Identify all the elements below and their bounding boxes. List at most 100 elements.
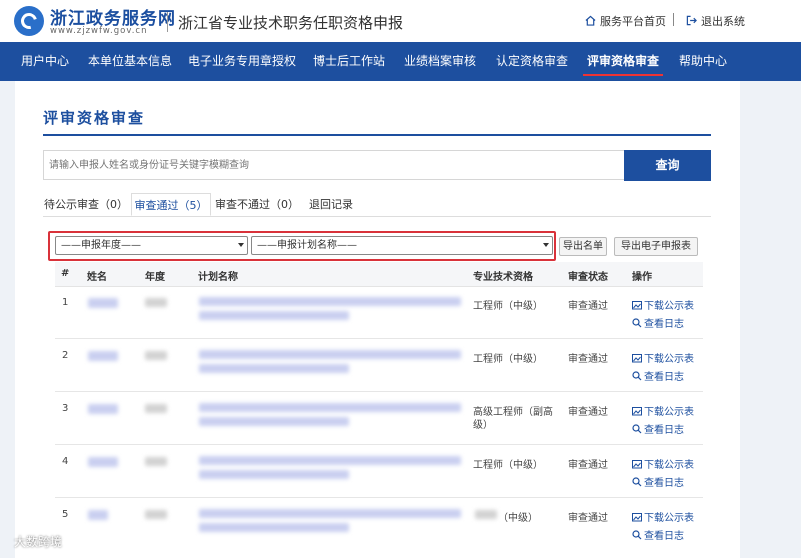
chevron-down-icon [543, 243, 549, 247]
plan-select-value: ——申报计划名称—— [257, 240, 357, 251]
service-home-label: 服务平台首页 [600, 15, 666, 28]
chevron-down-icon [238, 243, 244, 247]
status-text: 审查通过 [568, 301, 608, 312]
download-image-icon [632, 460, 642, 469]
search-icon [632, 477, 642, 487]
download-notice-label: 下载公示表 [644, 513, 694, 524]
tab-pending[interactable]: 待公示审查（0） [43, 193, 129, 216]
download-image-icon [632, 407, 642, 416]
col-status: 审查状态 [568, 272, 608, 283]
nav-postdoc-station[interactable]: 博士后工作站 [309, 42, 389, 81]
view-log-label: 查看日志 [644, 319, 684, 330]
search-icon [632, 318, 642, 328]
redacted-plan [199, 417, 349, 426]
qualification-text: （中级） [498, 513, 538, 524]
logout-icon [686, 15, 697, 26]
download-notice-label: 下载公示表 [644, 301, 694, 312]
col-plan: 计划名称 [198, 272, 238, 283]
service-home-link[interactable]: 服务平台首页 [585, 13, 666, 29]
tab-rejected[interactable]: 审查不通过（0） [215, 193, 299, 216]
view-log-link[interactable]: 查看日志 [632, 474, 684, 489]
redacted-name [88, 298, 118, 308]
download-notice-link[interactable]: 下载公示表 [632, 350, 694, 365]
header-divider [167, 12, 168, 32]
redacted-year [145, 351, 167, 360]
redacted-year [145, 510, 167, 519]
view-log-label: 查看日志 [644, 531, 684, 542]
qualification-text: 工程师（中级） [473, 301, 543, 312]
year-select-value: ——申报年度—— [61, 240, 141, 251]
view-log-link[interactable]: 查看日志 [632, 421, 684, 436]
row-index: 2 [62, 350, 69, 361]
nav-help-center[interactable]: 帮助中心 [673, 42, 733, 81]
redacted-plan [199, 403, 461, 412]
redacted-plan [199, 456, 461, 465]
nav-unit-info[interactable]: 本单位基本信息 [84, 42, 176, 81]
redacted-year [145, 404, 167, 413]
view-log-label: 查看日志 [644, 425, 684, 436]
redacted-plan [199, 297, 461, 306]
title-underline [43, 134, 711, 136]
export-form-button[interactable]: 导出电子申报表 [614, 237, 698, 256]
row-divider [55, 338, 703, 339]
nav-user-center[interactable]: 用户中心 [14, 42, 76, 81]
redacted-year [145, 457, 167, 466]
redacted-name [88, 351, 118, 361]
status-text: 审查通过 [568, 460, 608, 471]
logout-link[interactable]: 退出系统 [686, 13, 745, 29]
download-notice-link[interactable]: 下载公示表 [632, 403, 694, 418]
download-notice-label: 下载公示表 [644, 407, 694, 418]
search-icon [632, 424, 642, 434]
export-list-button[interactable]: 导出名单 [559, 237, 607, 256]
download-notice-link[interactable]: 下载公示表 [632, 297, 694, 312]
view-log-link[interactable]: 查看日志 [632, 315, 684, 330]
redacted-plan [199, 364, 349, 373]
nav-seal-authorization[interactable]: 电子业务专用章授权 [186, 42, 298, 81]
search-icon [632, 371, 642, 381]
logout-label: 退出系统 [701, 15, 745, 28]
row-index: 5 [62, 509, 69, 520]
nav-qualification-recognition[interactable]: 认定资格审查 [492, 42, 572, 81]
view-log-link[interactable]: 查看日志 [632, 368, 684, 383]
year-select[interactable]: ——申报年度—— [55, 236, 248, 255]
tab-returned[interactable]: 退回记录 [303, 193, 359, 216]
download-image-icon [632, 513, 642, 522]
search-icon [632, 530, 642, 540]
top-header: 浙江政务服务网 www.zjzwfw.gov.cn 浙江省专业技术职务任职资格申… [0, 0, 801, 42]
redacted-year [145, 298, 167, 307]
download-notice-link[interactable]: 下载公示表 [632, 509, 694, 524]
status-text: 审查通过 [568, 407, 608, 418]
col-qualification: 专业技术资格 [473, 272, 533, 283]
row-index: 4 [62, 456, 69, 467]
nav-performance-review[interactable]: 业绩档案审核 [400, 42, 480, 81]
redacted-name [88, 457, 118, 467]
search-button[interactable]: 查询 [624, 150, 711, 181]
search-input[interactable] [43, 150, 624, 180]
status-tabs: 待公示审查（0） 审查通过（5） 审查不通过（0） 退回记录 [43, 193, 711, 217]
view-log-label: 查看日志 [644, 372, 684, 383]
nav-evaluation-review[interactable]: 评审资格审查 [583, 42, 663, 81]
tab-approved[interactable]: 审查通过（5） [131, 193, 211, 216]
watermark-text: 大数跨境 [14, 535, 63, 549]
status-text: 审查通过 [568, 513, 608, 524]
col-name: 姓名 [87, 272, 107, 283]
download-notice-link[interactable]: 下载公示表 [632, 456, 694, 471]
system-title: 浙江省专业技术职务任职资格申报 [178, 14, 404, 32]
view-log-link[interactable]: 查看日志 [632, 527, 684, 542]
redacted-name [88, 510, 108, 520]
home-icon [585, 15, 596, 26]
redacted-plan [199, 470, 349, 479]
redacted-plan [199, 523, 349, 532]
col-actions: 操作 [632, 272, 652, 283]
col-index: # [61, 268, 70, 279]
col-year: 年度 [145, 272, 165, 283]
row-index: 1 [62, 297, 69, 308]
plan-select[interactable]: ——申报计划名称—— [251, 236, 553, 255]
redacted-name [88, 404, 118, 414]
row-divider [55, 391, 703, 392]
brand-url: www.zjzwfw.gov.cn [50, 26, 148, 36]
main-nav: 用户中心 本单位基本信息 电子业务专用章授权 博士后工作站 业绩档案审核 认定资… [0, 42, 801, 81]
redacted-plan [199, 509, 461, 518]
page-title: 评审资格审查 [43, 109, 146, 127]
redacted-plan [199, 311, 349, 320]
